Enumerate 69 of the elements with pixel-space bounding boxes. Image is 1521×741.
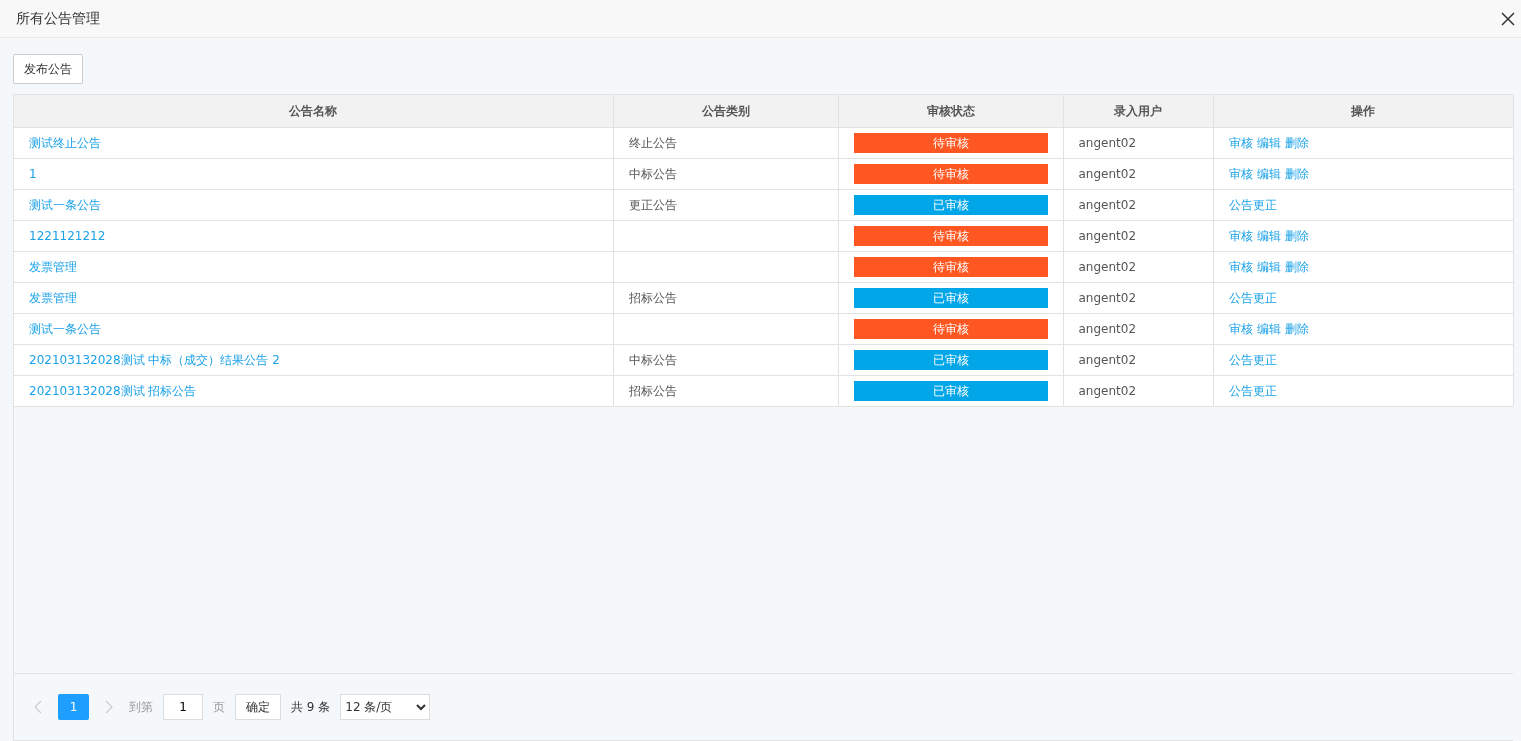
action-link[interactable]: 公告更正 xyxy=(1228,382,1277,400)
publish-button[interactable]: 发布公告 xyxy=(13,54,83,84)
action-link[interactable]: 编辑 xyxy=(1256,227,1281,245)
page-input[interactable]: 1 xyxy=(163,694,203,720)
user-text: angent02 xyxy=(1078,384,1137,398)
action-link[interactable]: 编辑 xyxy=(1256,320,1281,338)
notice-name-link[interactable]: 1221121212 xyxy=(29,229,106,243)
action-link[interactable]: 删除 xyxy=(1284,320,1309,338)
action-link[interactable]: 删除 xyxy=(1284,227,1309,245)
category-text: 终止公告 xyxy=(628,135,677,150)
column-header: 审核状态 xyxy=(838,95,1063,128)
action-link[interactable]: 删除 xyxy=(1284,165,1309,183)
user-text: angent02 xyxy=(1078,167,1137,181)
status-tag: 已审核 xyxy=(853,195,1048,215)
action-link[interactable]: 删除 xyxy=(1284,258,1309,276)
status-tag: 已审核 xyxy=(853,381,1048,401)
category-text: 中标公告 xyxy=(628,352,677,367)
notice-name-link[interactable]: 202103132028测试 中标（成交）结果公告 2 xyxy=(29,352,280,367)
close-icon[interactable] xyxy=(1501,11,1515,26)
action-link[interactable]: 审核 xyxy=(1228,165,1253,183)
notice-name-link[interactable]: 202103132028测试 招标公告 xyxy=(29,383,197,398)
status-tag: 待审核 xyxy=(853,133,1048,153)
action-link[interactable]: 编辑 xyxy=(1256,258,1281,276)
notice-name-link[interactable]: 1 xyxy=(29,167,37,181)
status-tag: 待审核 xyxy=(853,257,1048,277)
user-text: angent02 xyxy=(1078,198,1137,212)
column-header: 公告名称 xyxy=(14,95,613,128)
status-tag: 待审核 xyxy=(853,164,1048,184)
notice-name-link[interactable]: 测试一条公告 xyxy=(29,197,101,212)
action-link[interactable]: 审核 xyxy=(1228,258,1253,276)
window-title: 所有公告管理 xyxy=(16,9,100,28)
user-text: angent02 xyxy=(1078,322,1137,336)
user-text: angent02 xyxy=(1078,260,1137,274)
status-tag: 待审核 xyxy=(853,319,1048,339)
notice-name-link[interactable]: 测试终止公告 xyxy=(29,135,101,150)
notice-name-link[interactable]: 测试一条公告 xyxy=(29,321,101,336)
category-text: 中标公告 xyxy=(628,166,677,181)
action-link[interactable]: 审核 xyxy=(1228,320,1253,338)
total-count: 共 9 条 xyxy=(291,698,331,716)
user-text: angent02 xyxy=(1078,229,1137,243)
status-tag: 已审核 xyxy=(853,350,1048,370)
action-link[interactable]: 编辑 xyxy=(1256,134,1281,152)
goto-label: 到第 xyxy=(129,698,153,716)
page-size-select[interactable]: 12 条/页 xyxy=(340,694,431,720)
notice-name-link[interactable]: 发票管理 xyxy=(29,259,77,274)
action-link[interactable]: 删除 xyxy=(1284,134,1309,152)
action-link[interactable]: 公告更正 xyxy=(1228,289,1277,307)
category-text: 招标公告 xyxy=(628,290,677,305)
status-tag: 待审核 xyxy=(853,226,1048,246)
previous-page-icon[interactable] xyxy=(34,700,42,714)
notice-name-link[interactable]: 发票管理 xyxy=(29,290,77,305)
action-link[interactable]: 编辑 xyxy=(1256,165,1281,183)
column-header: 公告类别 xyxy=(613,95,838,128)
user-text: angent02 xyxy=(1078,353,1137,367)
action-link[interactable]: 审核 xyxy=(1228,227,1253,245)
next-page-icon[interactable] xyxy=(105,700,113,714)
category-text: 更正公告 xyxy=(628,197,677,212)
action-link[interactable]: 审核 xyxy=(1228,134,1253,152)
column-header: 操作 xyxy=(1213,95,1513,128)
user-text: angent02 xyxy=(1078,291,1137,305)
confirm-button[interactable]: 确定 xyxy=(235,694,281,720)
page-unit: 页 xyxy=(213,698,225,716)
status-tag: 已审核 xyxy=(853,288,1048,308)
action-link[interactable]: 公告更正 xyxy=(1228,196,1277,214)
page-button[interactable]: 1 xyxy=(58,694,89,720)
action-link[interactable]: 公告更正 xyxy=(1228,351,1277,369)
column-header: 录入用户 xyxy=(1063,95,1213,128)
category-text: 招标公告 xyxy=(628,383,677,398)
user-text: angent02 xyxy=(1078,136,1137,150)
